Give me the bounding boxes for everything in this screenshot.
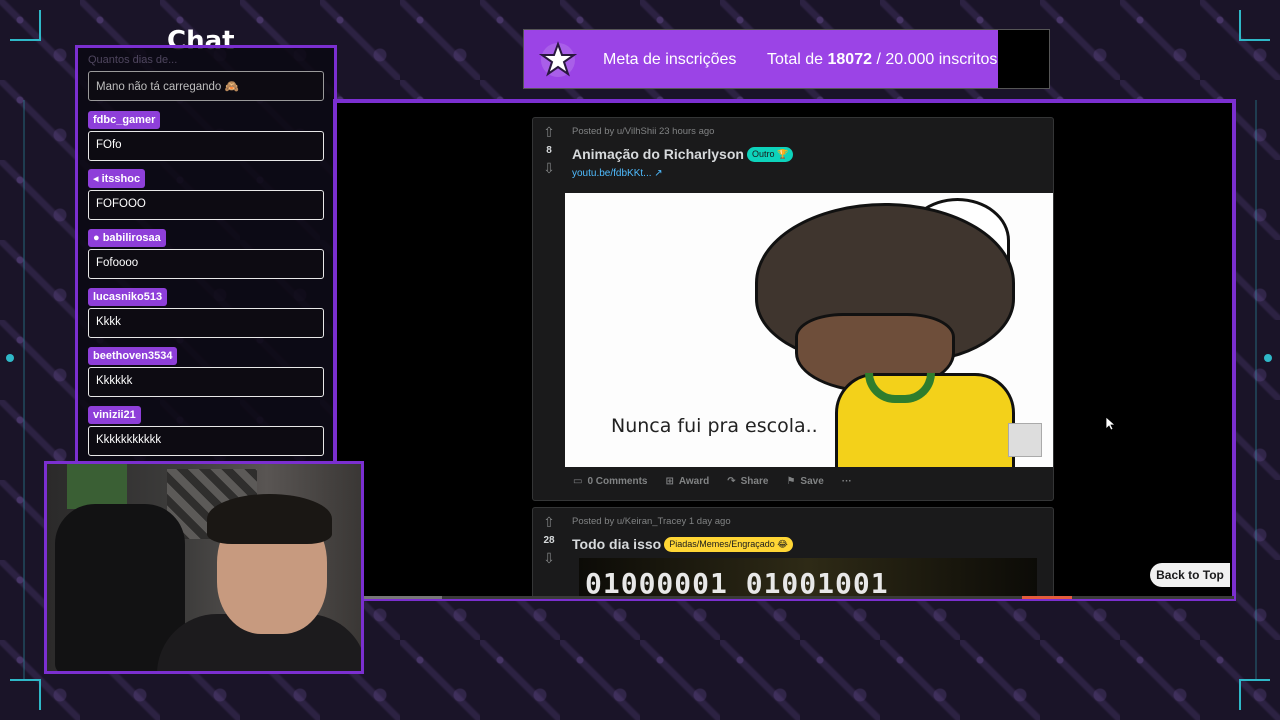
vote-column: ⇧ 28 ⇩ <box>533 514 565 567</box>
post-title[interactable]: Todo dia isso Piadas/Memes/Engraçado 😂 <box>572 536 793 552</box>
chat-message: vinizii21 Kkkkkkkkkkk <box>88 405 324 456</box>
webcam-person-hair <box>207 494 332 544</box>
chat-username[interactable]: beethoven3534 <box>88 347 178 365</box>
share-label: Share <box>740 476 769 487</box>
chat-message: ● babilirosaa Fofoooo <box>88 228 324 279</box>
save-icon: ⚑ <box>786 476 796 487</box>
post-title-text: Animação do Richarlyson <box>572 146 744 162</box>
star-badge-icon <box>538 41 578 77</box>
upvote-icon[interactable]: ⇧ <box>533 514 565 531</box>
external-link-icon: youtu.be/fdbKKt... ↗ <box>572 168 663 179</box>
chat-message-text: Kkkk <box>88 308 324 338</box>
chat-message: beethoven3534 Kkkkkk <box>88 346 324 397</box>
share-button[interactable]: ↷ Share <box>727 476 768 487</box>
chat-panel: Quantos dias de... Mano não tá carregand… <box>75 45 337 465</box>
post-title[interactable]: Animação do Richarlyson Outro 🏆 <box>572 146 794 162</box>
post-media-image[interactable]: 01000001 01001001 <box>579 558 1037 597</box>
more-icon[interactable]: ··· <box>842 476 852 487</box>
chat-message: ◂ itsshoc FOFOOO <box>88 169 324 220</box>
watermark-stamp <box>1008 423 1042 457</box>
chat-message-text: Kkkkkkkkkkk <box>88 426 324 456</box>
award-label: Award <box>678 476 710 487</box>
chat-message-text: Kkkkkk <box>88 367 324 397</box>
chat-username[interactable]: lucasniko513 <box>88 288 168 306</box>
vote-column: ⇧ 8 ⇩ <box>533 124 565 177</box>
chat-message-text: Mano não tá carregando 🙈 <box>88 71 324 101</box>
post-meta[interactable]: Posted by u/Keiran_Tracey 1 day ago <box>572 516 731 527</box>
vote-count: 28 <box>543 535 555 546</box>
chat-message: Mano não tá carregando 🙈 <box>88 71 324 101</box>
vote-count: 8 <box>546 145 552 156</box>
goal-label: Meta de inscrições <box>603 51 737 68</box>
post-flair[interactable]: Outro 🏆 <box>746 147 794 162</box>
comment-icon: ▭ <box>573 476 583 487</box>
chat-username[interactable]: fdbc_gamer <box>88 111 161 129</box>
post-meta[interactable]: Posted by u/VilhShii 23 hours ago <box>572 126 714 137</box>
post-card[interactable]: ⇧ 8 ⇩ Posted by u/VilhShii 23 hours ago … <box>532 117 1054 501</box>
back-to-top-button[interactable]: Back to Top <box>1150 563 1230 587</box>
horizontal-scrollbar[interactable] <box>362 596 1234 599</box>
post-media-video[interactable]: Nunca fui pra escola.. <box>565 193 1053 467</box>
chat-username[interactable]: ◂ itsshoc <box>88 169 146 188</box>
webcam-feed <box>44 461 364 674</box>
scrollbar-marker <box>1022 596 1072 599</box>
save-button[interactable]: ⚑ Save <box>786 476 823 487</box>
goal-current-count: 18072 <box>827 51 873 68</box>
chat-ghost-text: Quantos dias de... <box>88 54 178 66</box>
goal-total-prefix: Total de <box>767 51 824 68</box>
share-icon: ↷ <box>727 476 736 487</box>
video-caption: Nunca fui pra escola.. <box>611 415 818 437</box>
scrollbar-thumb[interactable] <box>362 596 442 599</box>
chat-message-text: FOFOOO <box>88 190 324 220</box>
speaker-icon: ◂ <box>93 173 102 185</box>
cursor-icon <box>1106 417 1116 431</box>
goal-separator: / <box>876 51 881 68</box>
award-icon: ⊞ <box>665 476 674 487</box>
goal-total: Total de 18072 / 20.000 inscritos <box>767 51 997 69</box>
chat-message: lucasniko513 Kkkk <box>88 287 324 338</box>
post-actions: ▭ 0 Comments ⊞ Award ↷ Share ⚑ Save ··· <box>573 476 852 487</box>
chat-message: fdbc_gamer FOfo <box>88 110 324 161</box>
chat-message-text: FOfo <box>88 131 324 161</box>
post-title-text: Todo dia isso <box>572 536 662 552</box>
badge-icon: ● <box>93 232 103 244</box>
downvote-icon[interactable]: ⇩ <box>533 160 565 177</box>
goal-target: 20.000 inscritos <box>885 51 998 68</box>
chat-username[interactable]: ● babilirosaa <box>88 229 166 247</box>
comments-label: 0 Comments <box>587 476 648 487</box>
save-label: Save <box>800 476 824 487</box>
reddit-feed: ⇧ 8 ⇩ Posted by u/VilhShii 23 hours ago … <box>532 103 1054 597</box>
post-card[interactable]: ⇧ 28 ⇩ Posted by u/Keiran_Tracey 1 day a… <box>532 507 1054 597</box>
subscriber-goal-banner: Meta de inscrições Total de 18072 / 20.0… <box>523 29 1050 89</box>
comments-button[interactable]: ▭ 0 Comments <box>573 476 647 487</box>
chat-username-label: itsshoc <box>101 173 141 185</box>
chat-username-label: babilirosaa <box>102 232 161 244</box>
chat-username[interactable]: vinizii21 <box>88 406 141 424</box>
post-link[interactable]: youtu.be/fdbKKt... ↗ <box>572 168 663 179</box>
downvote-icon[interactable]: ⇩ <box>533 550 565 567</box>
post-flair[interactable]: Piadas/Memes/Engraçado 😂 <box>664 537 793 552</box>
webcam-plant <box>67 464 127 509</box>
chat-message-text: Fofoooo <box>88 249 324 279</box>
screen-share-window: ⇧ 8 ⇩ Posted by u/VilhShii 23 hours ago … <box>333 99 1236 601</box>
award-button[interactable]: ⊞ Award <box>665 476 709 487</box>
upvote-icon[interactable]: ⇧ <box>533 124 565 141</box>
